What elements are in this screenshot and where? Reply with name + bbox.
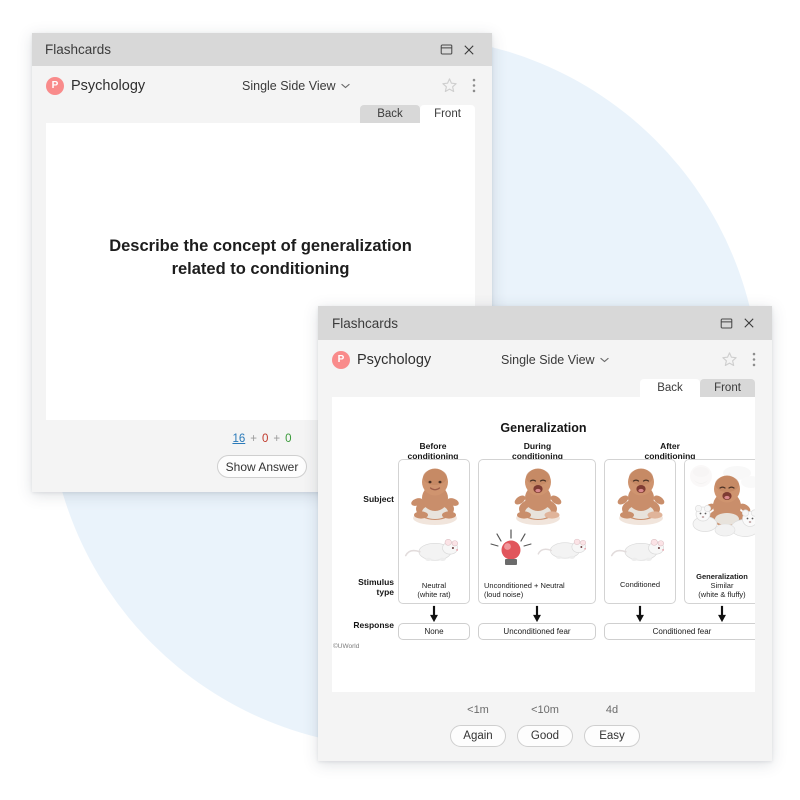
show-answer-button[interactable]: Show Answer xyxy=(217,455,307,478)
window1-header-icons xyxy=(440,76,480,95)
panel-2-caption-line2: (loud noise) xyxy=(484,590,524,599)
panel-3-caption: Conditioned xyxy=(605,580,675,589)
generalization-diagram: Generalization Before conditioning Durin… xyxy=(332,397,755,692)
panel-2-caption-line1: Unconditioned xyxy=(484,581,532,590)
panel-4-caption-line1: Similar xyxy=(710,581,734,590)
row-label-stimulus-line2: type xyxy=(376,586,394,597)
star-icon[interactable] xyxy=(720,350,739,369)
close-icon[interactable] xyxy=(737,312,761,334)
white-rat-illustration xyxy=(610,539,665,562)
count-new[interactable]: 16 xyxy=(232,433,245,445)
row-label-subject: Subject xyxy=(363,494,394,504)
panel-1-caption-line1: Neutral xyxy=(421,581,447,590)
panel-3-caption-line1: Conditioned xyxy=(619,580,661,589)
window2-titlebar[interactable]: Flashcards xyxy=(318,306,772,340)
count-learning[interactable]: 0 xyxy=(262,433,268,445)
white-rat-illustration xyxy=(537,538,587,559)
view-mode-label: Single Side View xyxy=(501,353,595,367)
diagram-title: Generalization xyxy=(500,421,587,435)
interval-good: <10m xyxy=(531,704,559,716)
deck-name: Psychology xyxy=(357,351,432,368)
tab-back[interactable]: Back xyxy=(360,105,420,123)
tab-back[interactable]: Back xyxy=(640,379,700,397)
window1-app-header: P Psychology Single Side View xyxy=(32,66,492,105)
arrow-down-icon xyxy=(636,605,644,623)
window2-header-icons xyxy=(720,350,760,369)
card-prompt: Describe the concept of generalization r… xyxy=(46,235,475,282)
avatar: P xyxy=(332,350,350,369)
more-vertical-icon[interactable] xyxy=(748,350,760,369)
answer-buttons-row: Again Good Easy xyxy=(318,725,772,747)
easy-button[interactable]: Easy xyxy=(584,725,640,747)
response-box-conditioned-fear: Conditioned fear xyxy=(604,623,755,640)
generalization-scene-illustration xyxy=(685,460,755,565)
restore-window-icon[interactable] xyxy=(715,312,737,334)
window1-title: Flashcards xyxy=(45,42,112,57)
panel-before-conditioning: Neutral (white rat) xyxy=(398,459,470,604)
tab-front[interactable]: Front xyxy=(420,105,475,123)
card-prompt-line-2: related to conditioning xyxy=(171,260,350,279)
panel-generalization: Generalization Similar (white & fluffy) xyxy=(684,459,755,604)
view-mode-label: Single Side View xyxy=(242,79,336,93)
restore-window-icon[interactable] xyxy=(435,39,457,61)
baby-crying-illustration xyxy=(514,468,562,525)
count-due[interactable]: 0 xyxy=(285,433,291,445)
copyright-notice: ©UWorld xyxy=(333,643,360,650)
deck-identity[interactable]: P Psychology xyxy=(332,350,432,369)
count-separator-2: + xyxy=(273,433,281,445)
window2-footer: <1m <10m 4d Again Good Easy xyxy=(318,692,772,761)
deck-name: Psychology xyxy=(71,77,146,94)
panel-1-caption: Neutral (white rat) xyxy=(399,581,469,599)
again-button[interactable]: Again xyxy=(450,725,506,747)
chevron-down-icon xyxy=(340,83,350,89)
white-rat-illustration xyxy=(404,539,459,562)
view-mode-selector[interactable]: Single Side View xyxy=(501,353,609,367)
arrow-down-icon xyxy=(718,605,726,623)
response-box-unconditioned-fear: Unconditioned fear xyxy=(478,623,596,640)
card-prompt-line-1: Describe the concept of generalization xyxy=(109,237,412,255)
panel-4-caption-line2: (white & fluffy) xyxy=(698,590,746,599)
good-button[interactable]: Good xyxy=(517,725,573,747)
close-icon[interactable] xyxy=(457,39,481,61)
baby-calm-illustration xyxy=(411,468,459,525)
panel-2-caption-neutral: Neutral xyxy=(540,581,565,590)
panel-1-caption-line2: (white rat) xyxy=(417,590,451,599)
window2-app-header: P Psychology Single Side View xyxy=(318,340,772,379)
interval-easy: 4d xyxy=(605,704,619,716)
window2-tabs: Back Front xyxy=(318,379,772,397)
window1-controls xyxy=(435,39,481,61)
avatar: P xyxy=(46,76,64,95)
window2-card-surface: Generalization Before conditioning Durin… xyxy=(332,397,755,692)
loud-noise-bell-illustration xyxy=(490,529,532,565)
row-label-response: Response xyxy=(353,620,394,630)
panel-2-caption: Unconditioned + Neutral (loud noise) xyxy=(484,581,590,599)
row-label-stimulus-type: Stimulus type xyxy=(332,577,394,598)
view-mode-selector[interactable]: Single Side View xyxy=(242,79,350,93)
tab-front[interactable]: Front xyxy=(700,379,755,397)
interval-row: <1m <10m 4d xyxy=(318,704,772,716)
arrow-down-icon xyxy=(430,605,438,623)
screenshot-root: Flashcards P Psychology Single Side View… xyxy=(0,0,800,800)
flashcards-window-back: Flashcards P Psychology Single Side View… xyxy=(318,306,772,761)
panel-4-caption-bold: Generalization xyxy=(696,572,748,581)
panel-during-conditioning: Unconditioned + Neutral (loud noise) xyxy=(478,459,596,604)
plus-symbol: + xyxy=(534,581,539,590)
response-box-none: None xyxy=(398,623,470,640)
more-vertical-icon[interactable] xyxy=(468,76,480,95)
interval-again: <1m xyxy=(467,704,489,716)
panel-after-conditioned: Conditioned xyxy=(604,459,676,604)
window1-tabs: Back Front xyxy=(32,105,492,123)
baby-crying-illustration xyxy=(617,468,665,525)
window2-controls xyxy=(715,312,761,334)
window2-title: Flashcards xyxy=(332,315,399,331)
panel-4-caption: Generalization Similar (white & fluffy) xyxy=(685,572,755,599)
arrow-down-icon xyxy=(533,605,541,623)
count-separator-1: + xyxy=(250,433,257,445)
window1-titlebar[interactable]: Flashcards xyxy=(32,33,492,66)
deck-identity[interactable]: P Psychology xyxy=(46,76,146,95)
chevron-down-icon xyxy=(599,357,609,363)
star-icon[interactable] xyxy=(440,76,459,95)
